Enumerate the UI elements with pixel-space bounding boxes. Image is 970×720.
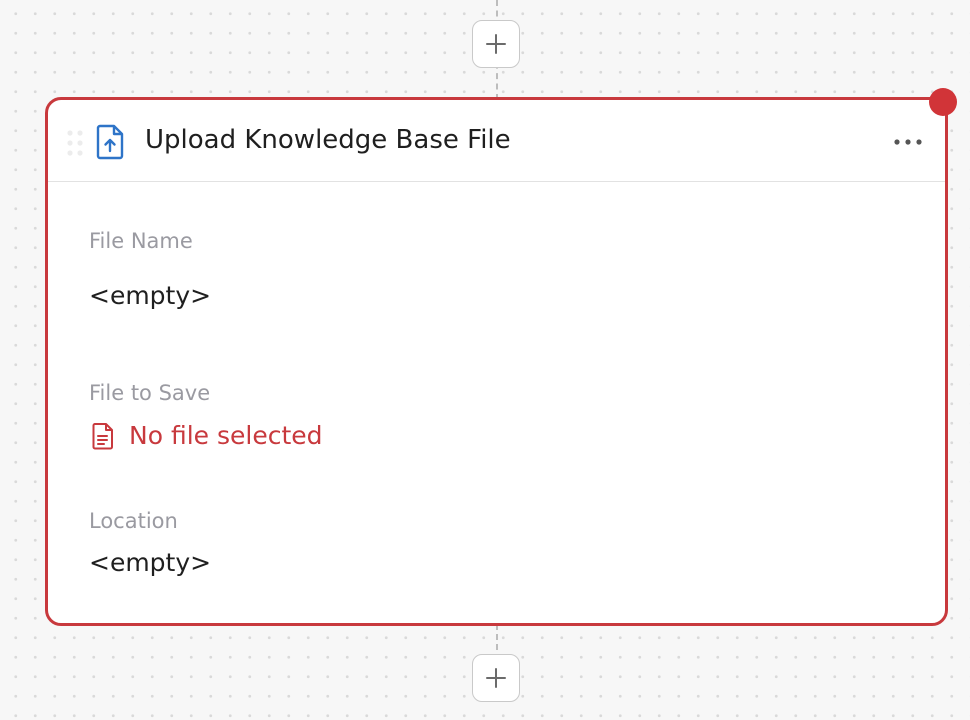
file-text-icon: [92, 423, 113, 450]
plus-icon: [485, 667, 507, 689]
file-name-value: <empty>: [89, 281, 212, 310]
step-card-header: Upload Knowledge Base File: [48, 100, 945, 182]
location-label: Location: [89, 509, 178, 533]
location-value: <empty>: [89, 548, 212, 577]
add-step-below-button[interactable]: [472, 654, 520, 702]
upload-knowledge-base-file-step-card[interactable]: Upload Knowledge Base File File Name <em…: [45, 97, 948, 626]
more-horizontal-icon: [893, 138, 923, 146]
file-to-save-value: No file selected: [91, 418, 323, 454]
file-upload-icon: [94, 124, 126, 160]
file-name-label: File Name: [89, 229, 193, 253]
file-to-save-label: File to Save: [89, 381, 211, 405]
more-options-button[interactable]: [891, 128, 925, 156]
drag-handle-icon[interactable]: [66, 129, 84, 157]
file-status-text: No file selected: [129, 421, 323, 450]
step-title: Upload Knowledge Base File: [145, 125, 511, 155]
error-status-dot: [929, 88, 957, 116]
plus-icon: [485, 33, 507, 55]
add-step-above-button[interactable]: [472, 20, 520, 68]
